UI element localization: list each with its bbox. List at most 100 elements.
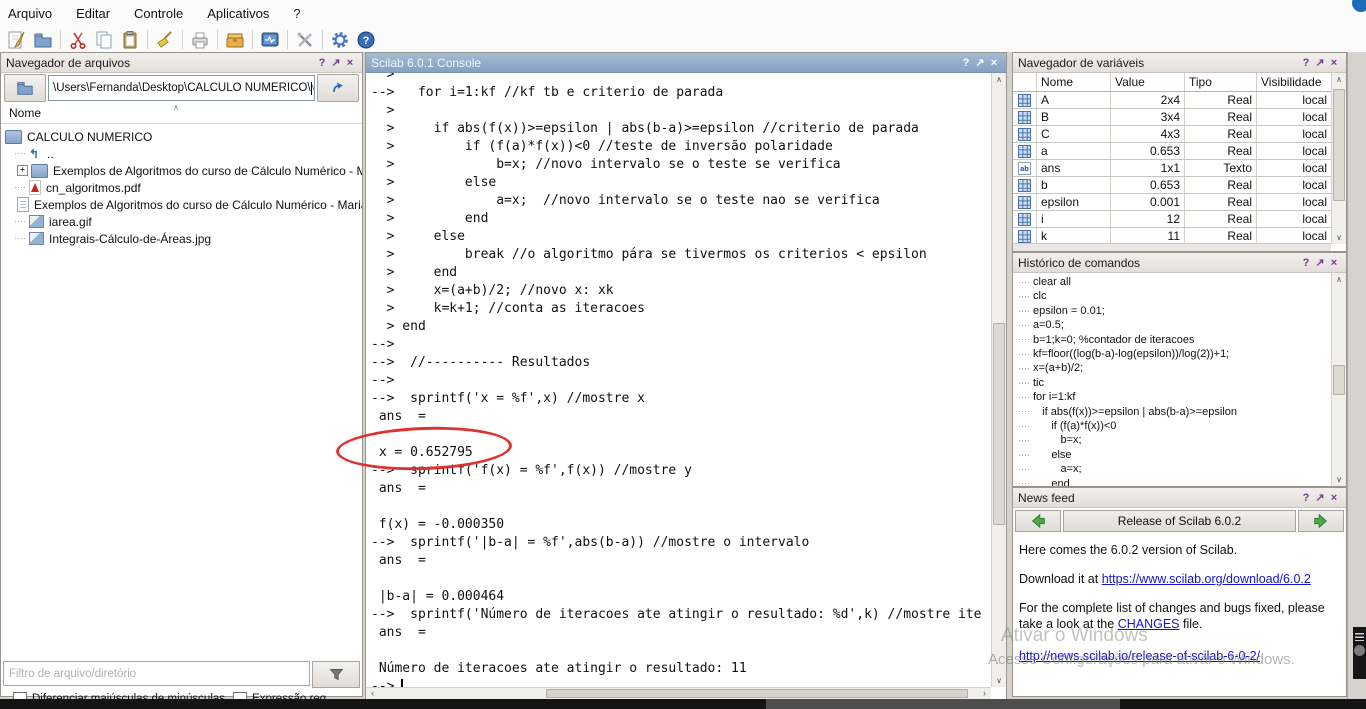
variables-horizontal-scrollbar[interactable]	[1013, 243, 1331, 251]
news-title-button[interactable]: Release of Scilab 6.0.2	[1063, 510, 1296, 532]
name-column-header[interactable]: Nome ∧	[1, 103, 362, 124]
clear-console-icon[interactable]	[152, 28, 178, 51]
file-tree-item[interactable]: Integrais-Cálculo-de-Áreas.jpg	[5, 230, 362, 247]
console-output[interactable]: >--> for i=1:kf //kf tb e criterio de pa…	[366, 73, 991, 687]
variable-row[interactable]: a 0.653 Real local	[1013, 143, 1331, 160]
panel-help-icon[interactable]: ?	[1299, 54, 1313, 72]
column-header-visibilidade[interactable]: Visibilidade	[1257, 73, 1331, 91]
path-combobox[interactable]: \Users\Fernanda\Desktop\CALCULO NUMERICO…	[48, 75, 315, 101]
next-news-button[interactable]	[1298, 510, 1344, 532]
history-item[interactable]: if (f(a)*f(x))<0	[1019, 419, 1331, 433]
variable-row[interactable]: epsilon 0.001 Real local	[1013, 194, 1331, 211]
scroll-down-icon[interactable]: ∨	[1332, 473, 1346, 486]
menu-item[interactable]: Controle	[134, 6, 183, 21]
open-file-icon[interactable]	[30, 28, 56, 51]
launch-editor-icon[interactable]	[4, 28, 30, 51]
scrollbar-thumb[interactable]	[1333, 365, 1345, 395]
filter-funnel-icon[interactable]	[312, 661, 360, 688]
scrollbar-thumb[interactable]	[1333, 89, 1345, 201]
tools-icon[interactable]	[292, 28, 318, 51]
copy-icon[interactable]	[91, 28, 117, 51]
scroll-down-icon[interactable]: ∨	[992, 674, 1006, 687]
scrollbar-thumb[interactable]	[546, 689, 968, 698]
change-directory-icon[interactable]	[222, 28, 248, 51]
modules-manager-gear-icon[interactable]	[327, 28, 353, 51]
history-vertical-scrollbar[interactable]: ∧ ∨	[1331, 273, 1346, 486]
history-item[interactable]: if abs(f(x))>=epsilon | abs(b-a)>=epsilo…	[1019, 405, 1331, 419]
paste-icon[interactable]	[117, 28, 143, 51]
variables-vertical-scrollbar[interactable]: ∧ ∨	[1331, 73, 1346, 244]
file-tree-item[interactable]: Exemplos de Algoritmos do curso de Cálcu…	[5, 196, 362, 213]
scroll-right-icon[interactable]: ›	[978, 688, 991, 699]
history-item[interactable]: b=1;k=0; %contador de iteracoes	[1019, 333, 1331, 347]
history-item[interactable]: b=x;	[1019, 433, 1331, 447]
history-item[interactable]: end	[1019, 477, 1331, 486]
scroll-left-icon[interactable]: ‹	[366, 688, 379, 699]
column-header-nome[interactable]: Nome	[1037, 73, 1111, 91]
panel-close-icon[interactable]: ×	[1327, 489, 1341, 507]
history-item[interactable]: x=(a+b)/2;	[1019, 361, 1331, 375]
history-item[interactable]: epsilon = 0.01;	[1019, 304, 1331, 318]
file-tree-item[interactable]: + Exemplos de Algoritmos do curso de Cál…	[5, 162, 362, 179]
scrollbar-thumb[interactable]	[993, 323, 1005, 525]
scroll-up-icon[interactable]: ∧	[992, 73, 1006, 86]
file-tree-item[interactable]: ..	[5, 145, 362, 162]
variable-row[interactable]: A 2x4 Real local	[1013, 92, 1331, 109]
scroll-down-icon[interactable]: ∨	[1332, 231, 1346, 244]
icon-column-header[interactable]	[1013, 73, 1037, 91]
history-item[interactable]: a=x;	[1019, 462, 1331, 476]
history-item[interactable]: for i=1:kf	[1019, 390, 1331, 404]
column-header-value[interactable]: Value	[1111, 73, 1185, 91]
panel-undock-icon[interactable]: ↗	[973, 54, 987, 72]
menu-item[interactable]: Aplicativos	[207, 6, 269, 21]
expander-icon[interactable]: +	[17, 165, 28, 176]
history-item[interactable]: else	[1019, 448, 1331, 462]
history-item[interactable]: tic	[1019, 376, 1331, 390]
combobox-caret-icon[interactable]: ∨	[311, 82, 313, 95]
previous-news-button[interactable]	[1015, 510, 1061, 532]
file-tree-root[interactable]: CALCULO NUMERICO	[5, 128, 362, 145]
variable-row[interactable]: i 12 Real local	[1013, 211, 1331, 228]
history-item[interactable]: kf=floor((log(b-a)-log(epsilon))/log(2))…	[1019, 347, 1331, 361]
column-header-tipo[interactable]: Tipo	[1185, 73, 1257, 91]
changes-link[interactable]: CHANGES	[1118, 617, 1180, 631]
panel-help-icon[interactable]: ?	[1299, 254, 1313, 272]
panel-undock-icon[interactable]: ↗	[1313, 489, 1327, 507]
panel-help-icon[interactable]: ?	[1299, 489, 1313, 507]
panel-help-icon[interactable]: ?	[959, 54, 973, 72]
console-horizontal-scrollbar[interactable]: ‹ ›	[366, 687, 991, 699]
console-vertical-scrollbar[interactable]: ∧ ∨	[991, 73, 1006, 687]
menu-item[interactable]: ?	[293, 6, 300, 21]
parent-directory-button[interactable]	[317, 74, 359, 102]
panel-close-icon[interactable]: ×	[987, 54, 1001, 72]
release-link[interactable]: http://news.scilab.io/release-of-scilab-…	[1019, 649, 1260, 663]
history-item[interactable]: clear all	[1019, 275, 1331, 289]
panel-close-icon[interactable]: ×	[343, 54, 357, 72]
scroll-up-icon[interactable]: ∧	[1332, 73, 1346, 86]
cut-icon[interactable]	[65, 28, 91, 51]
variable-row[interactable]: k 11 Real local	[1013, 228, 1331, 244]
download-link[interactable]: https://www.scilab.org/download/6.0.2	[1102, 572, 1311, 586]
console-icon[interactable]	[257, 28, 283, 51]
variable-row[interactable]: C 4x3 Real local	[1013, 126, 1331, 143]
menu-item[interactable]: Arquivo	[8, 6, 52, 21]
file-tree-item[interactable]: iarea.gif	[5, 213, 362, 230]
help-icon[interactable]: ?	[353, 28, 379, 51]
print-icon[interactable]	[187, 28, 213, 51]
variable-row[interactable]: b 0.653 Real local	[1013, 177, 1331, 194]
variable-row[interactable]: B 3x4 Real local	[1013, 109, 1331, 126]
panel-help-icon[interactable]: ?	[315, 54, 329, 72]
scroll-up-icon[interactable]: ∧	[1332, 273, 1346, 286]
file-tree-item[interactable]: cn_algoritmos.pdf	[5, 179, 362, 196]
menu-item[interactable]: Editar	[76, 6, 110, 21]
history-item[interactable]: clc	[1019, 289, 1331, 303]
panel-undock-icon[interactable]: ↗	[1313, 254, 1327, 272]
console-prompt-line[interactable]: -->	[371, 678, 991, 687]
variable-row[interactable]: ans 1x1 Texto local	[1013, 160, 1331, 177]
panel-undock-icon[interactable]: ↗	[329, 54, 343, 72]
panel-close-icon[interactable]: ×	[1327, 254, 1341, 272]
filter-input[interactable]	[3, 661, 310, 686]
folder-button[interactable]	[4, 74, 46, 102]
panel-undock-icon[interactable]: ↗	[1313, 54, 1327, 72]
history-item[interactable]: a=0.5;	[1019, 318, 1331, 332]
